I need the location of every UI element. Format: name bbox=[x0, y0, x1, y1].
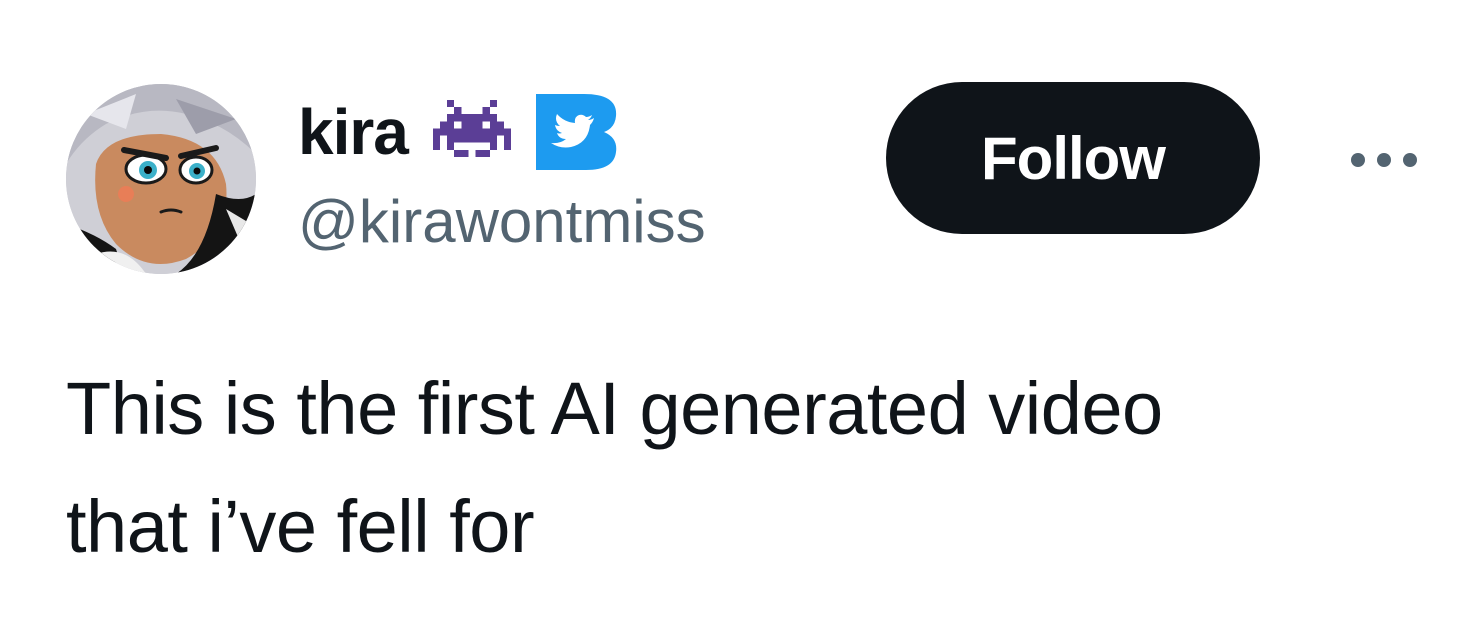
more-options-button[interactable] bbox=[1344, 140, 1424, 180]
space-invader-icon bbox=[432, 100, 512, 164]
follow-button[interactable]: Follow bbox=[886, 82, 1260, 234]
tweet-card: kira @kirawontmiss Follow This is the fi… bbox=[0, 0, 1476, 618]
author-display-name[interactable]: kira bbox=[298, 100, 409, 164]
author-handle[interactable]: @kirawontmiss bbox=[298, 192, 706, 252]
tweet-text: This is the first AI generated video tha… bbox=[66, 350, 1426, 586]
tweet-text-line: This is the first AI generated video bbox=[66, 367, 1163, 450]
author-name-row: kira bbox=[298, 92, 618, 172]
author-avatar[interactable] bbox=[66, 84, 256, 274]
twitter-b-badge-icon bbox=[535, 94, 618, 170]
more-dots-icon bbox=[1351, 153, 1417, 167]
avatar-image bbox=[66, 84, 256, 274]
tweet-text-line: that i’ve fell for bbox=[66, 485, 535, 568]
